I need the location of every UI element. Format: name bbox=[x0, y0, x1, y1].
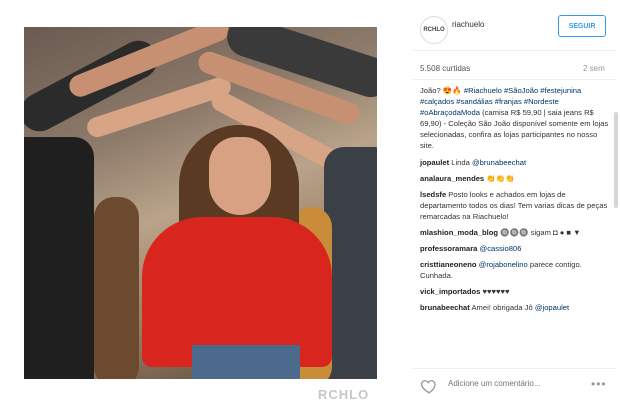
post-time[interactable]: 2 sem bbox=[583, 64, 605, 73]
heart-icon[interactable] bbox=[420, 377, 438, 395]
comment-text: 👏👏👏 bbox=[484, 174, 515, 183]
comment-item: mlashion_moda_blog 🔘🔘🔘 sigam ◘ ● ■ ▼ bbox=[420, 227, 610, 238]
divider bbox=[412, 50, 616, 51]
comment-text: Posto looks e achados em lojas de depart… bbox=[420, 190, 608, 221]
comment-username[interactable]: cristtianeoneno bbox=[420, 260, 477, 269]
profile-avatar[interactable]: RCHLO bbox=[420, 16, 448, 44]
comment-item: brunabeechat Amei! obrigada Jô @jopaulet bbox=[420, 302, 610, 313]
comment-text: 🔘🔘🔘 sigam ◘ ● ■ ▼ bbox=[498, 228, 581, 237]
post-username[interactable]: riachuelo bbox=[452, 20, 484, 29]
woman-face bbox=[209, 137, 271, 215]
add-comment-input[interactable] bbox=[446, 378, 580, 389]
comment-mention[interactable]: @cassio806 bbox=[480, 244, 522, 253]
comment-username[interactable]: analaura_mendes bbox=[420, 174, 484, 183]
comment-username[interactable]: mlashion_moda_blog bbox=[420, 228, 498, 237]
comments-list: João? 😍🔥 #Riachuelo #SãoJoão #festejunin… bbox=[420, 85, 610, 318]
comment-item: lsedsfe Posto looks e achados em lojas d… bbox=[420, 189, 610, 222]
instagram-post-frame: RCHLO RCHLO riachuelo SEGUIR 5.508 curti… bbox=[0, 0, 620, 408]
comment-username[interactable]: brunabeechat bbox=[420, 303, 470, 312]
comment-mention[interactable]: @rojabonelino bbox=[479, 260, 528, 269]
avatar-logo-text: RCHLO bbox=[423, 27, 445, 33]
follow-button[interactable]: SEGUIR bbox=[558, 15, 606, 37]
comment-text: Amei! obrigada Jô bbox=[469, 303, 535, 312]
post-sidebar: RCHLO riachuelo SEGUIR 5.508 curtidas 2 … bbox=[408, 0, 620, 408]
caption-emoji: 😍🔥 bbox=[442, 86, 462, 95]
comment-item: jopaulet Linda @brunabeechat bbox=[420, 157, 610, 168]
comment-mention[interactable]: @brunabeechat bbox=[472, 158, 526, 167]
comment-username[interactable]: jopaulet bbox=[420, 158, 449, 167]
comment-item: cristtianeoneno @rojabonelino parece con… bbox=[420, 259, 610, 281]
brand-watermark: RCHLO bbox=[318, 387, 370, 402]
comment-username[interactable]: lsedsfe bbox=[420, 190, 446, 199]
post-photo[interactable] bbox=[24, 27, 377, 379]
caption-text: João? bbox=[420, 86, 443, 95]
crowd-person bbox=[94, 197, 139, 379]
likes-count[interactable]: 5.508 curtidas bbox=[420, 64, 470, 73]
scrollbar-thumb[interactable] bbox=[614, 112, 618, 208]
divider bbox=[412, 368, 616, 369]
comment-mention[interactable]: @jopaulet bbox=[535, 303, 569, 312]
comment-username[interactable]: professoramara bbox=[420, 244, 477, 253]
more-options-icon[interactable]: ••• bbox=[591, 377, 607, 391]
crowd-person bbox=[24, 137, 94, 379]
comment-item: professoramara @cassio806 bbox=[420, 243, 610, 254]
comment-item: analaura_mendes 👏👏👏 bbox=[420, 173, 610, 184]
comment-text: ♥♥♥♥♥♥ bbox=[480, 287, 510, 296]
jeans-skirt bbox=[192, 345, 300, 379]
comment-text: Linda bbox=[449, 158, 472, 167]
divider bbox=[412, 79, 616, 80]
post-caption: João? 😍🔥 #Riachuelo #SãoJoão #festejunin… bbox=[420, 85, 610, 151]
comment-item: vick_importados ♥♥♥♥♥♥ bbox=[420, 286, 610, 297]
comments-scrollbar[interactable] bbox=[614, 84, 618, 364]
comment-username[interactable]: vick_importados bbox=[420, 287, 480, 296]
